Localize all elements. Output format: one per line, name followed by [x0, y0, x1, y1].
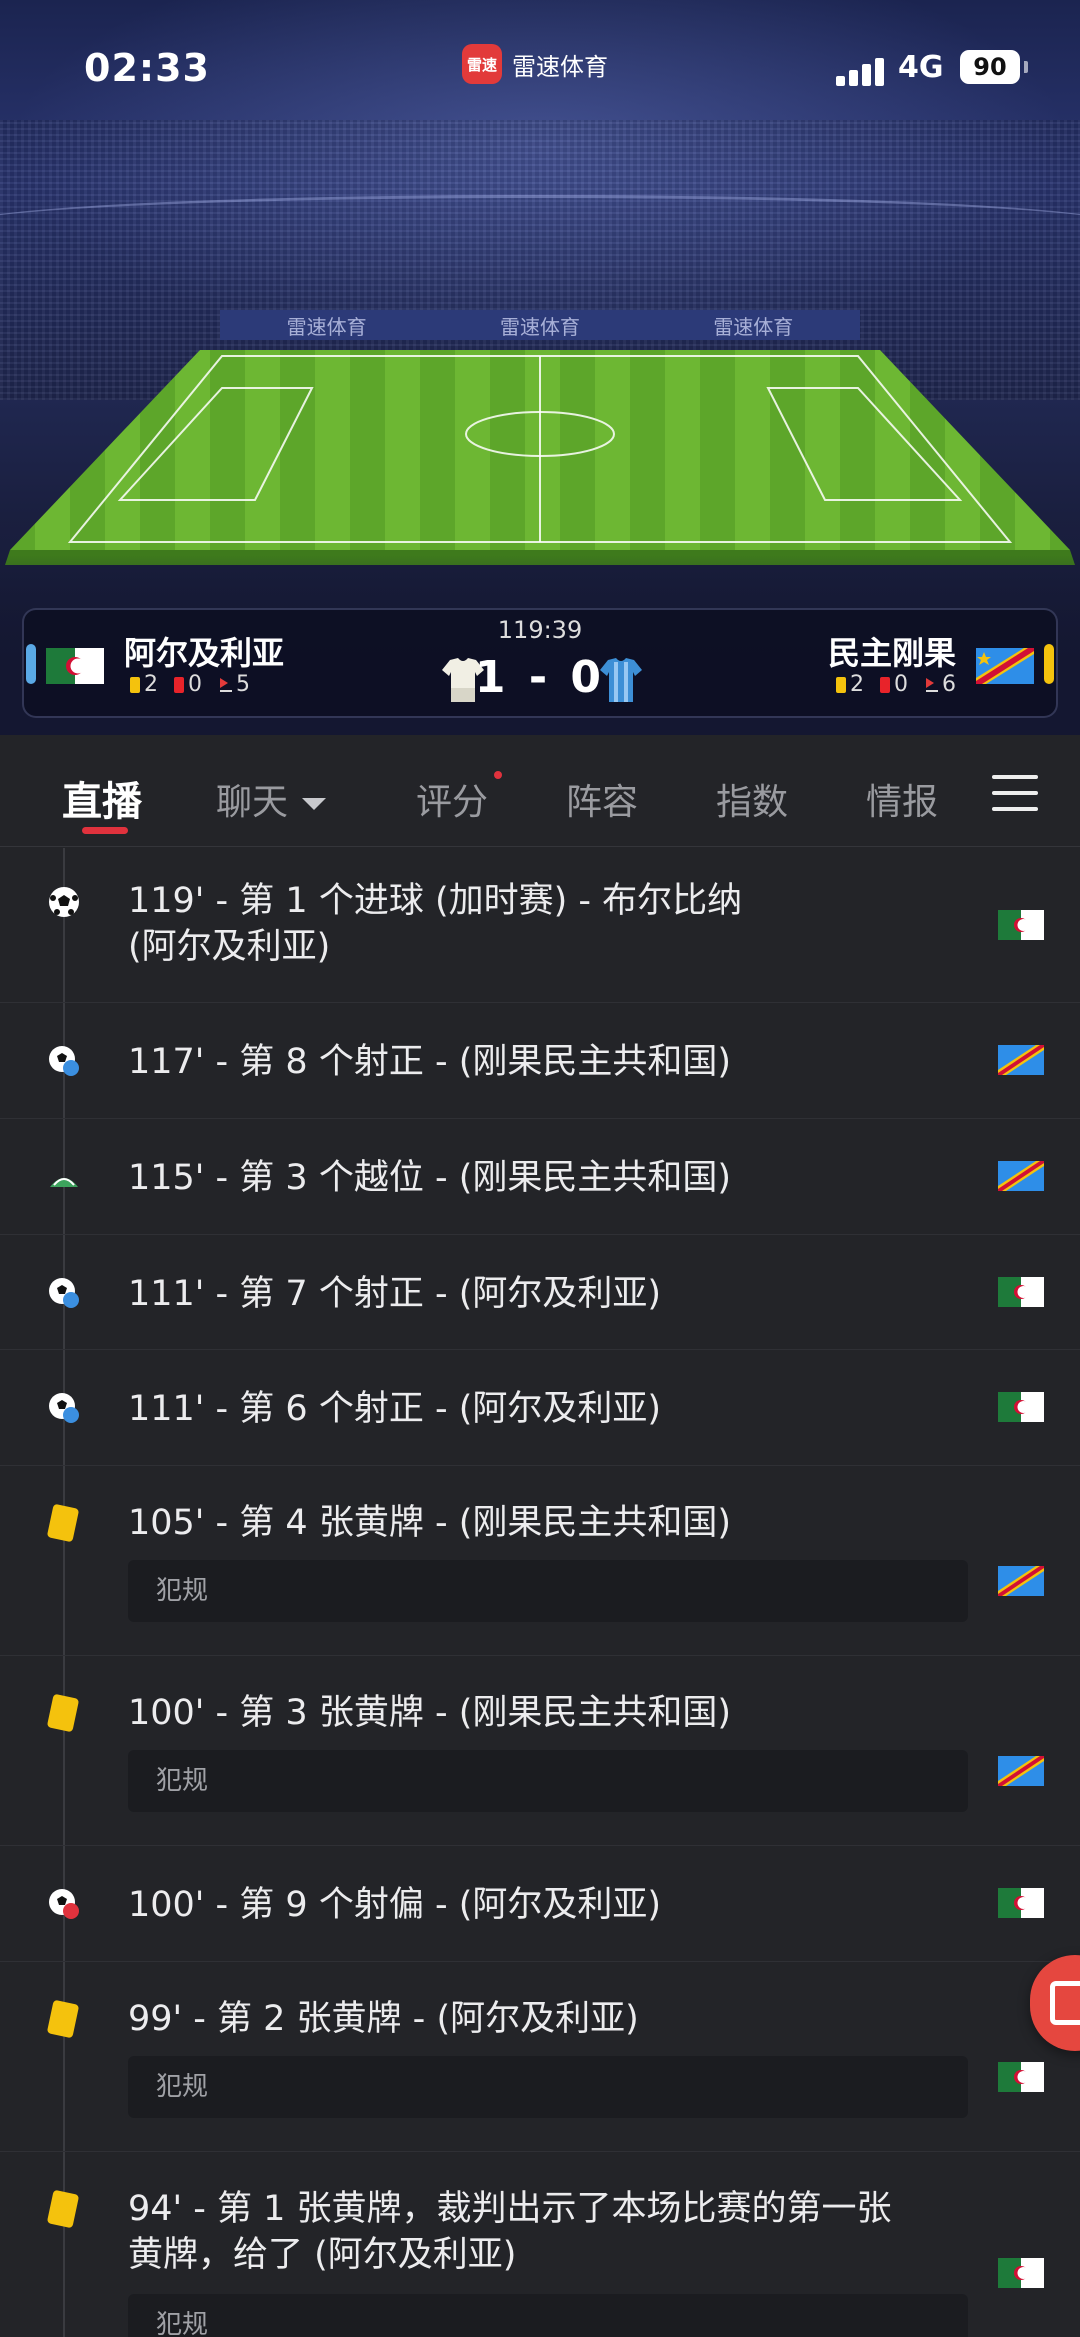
algeria-flag-icon — [998, 2258, 1044, 2288]
app-logo-icon: 雷速 — [462, 44, 502, 84]
notification-dot — [494, 771, 502, 779]
yellow-card-icon — [46, 1503, 80, 1543]
corner-flag-icon — [924, 677, 938, 692]
yellow-card-icon — [836, 676, 846, 693]
tab-odds[interactable]: 指数 — [716, 773, 788, 825]
event-text: 100' - 第 3 张黄牌 - (刚果民主共和国) — [128, 1693, 732, 1733]
event-row: 119' - 第 1 个进球 (加时赛) - 布尔比纳 (阿尔及利亚) — [0, 848, 1080, 1003]
app-name: 雷速体育 — [512, 52, 608, 81]
away-team-stats: 2 0 6 — [836, 672, 956, 697]
ad-text: 雷速体育 — [286, 314, 367, 339]
away-red-count: 0 — [894, 672, 908, 697]
shot-on-target-icon — [49, 1393, 79, 1423]
event-text-line2: 黄牌，给了 (阿尔及利亚) — [128, 2235, 517, 2275]
event-row: 105' - 第 4 张黄牌 - (刚果民主共和国) 犯规 — [0, 1466, 1080, 1656]
algeria-flag-icon — [998, 2062, 1044, 2092]
tab-live[interactable]: 直播 — [62, 769, 142, 827]
event-text: 99' - 第 2 张黄牌 - (阿尔及利亚) — [128, 1999, 639, 2039]
event-text: 94' - 第 1 张黄牌，裁判出示了本场比赛的第一张 — [128, 2189, 892, 2229]
shot-on-target-icon — [49, 1046, 79, 1076]
tab-chat-label: 聊天 — [216, 782, 289, 823]
tab-chat[interactable]: 聊天 — [216, 773, 327, 825]
event-timeline: 119' - 第 1 个进球 (加时赛) - 布尔比纳 (阿尔及利亚) 117'… — [0, 848, 1080, 2337]
yellow-card-icon — [46, 2189, 80, 2229]
offside-icon — [50, 1178, 78, 1187]
away-shirt-icon — [600, 658, 642, 702]
ad-text: 雷速体育 — [499, 314, 580, 339]
away-yellow-count: 2 — [850, 672, 864, 697]
chevron-down-icon — [302, 798, 327, 810]
status-bar: 02:33 雷速 雷速体育 4G 90 — [0, 40, 1080, 100]
clock: 02:33 — [84, 46, 210, 90]
event-row: 111' - 第 6 个射正 - (阿尔及利亚) — [0, 1350, 1080, 1466]
goal-ball-icon — [49, 887, 79, 917]
event-row: 94' - 第 1 张黄牌，裁判出示了本场比赛的第一张 黄牌，给了 (阿尔及利亚… — [0, 2152, 1080, 2337]
battery-icon: 90 — [960, 50, 1020, 84]
event-text: 105' - 第 4 张黄牌 - (刚果民主共和国) — [128, 1503, 732, 1543]
tab-rating[interactable]: 评分 — [416, 773, 488, 825]
algeria-flag-icon — [998, 1392, 1044, 1422]
away-corner-count: 6 — [942, 672, 956, 697]
shot-on-target-icon — [49, 1278, 79, 1308]
network-type: 4G — [898, 50, 944, 85]
algeria-flag-icon — [998, 1277, 1044, 1307]
event-row: 100' - 第 3 张黄牌 - (刚果民主共和国) 犯规 — [0, 1656, 1080, 1846]
yellow-card-icon — [46, 1693, 80, 1733]
shot-off-target-icon — [49, 1889, 79, 1919]
away-team-name: 民主刚果 — [827, 634, 956, 672]
ad-text: 雷速体育 — [713, 314, 794, 339]
app-badge: 雷速 雷速体育 — [462, 44, 608, 84]
ad-board: 雷速体育 雷速体育 雷速体育 — [220, 310, 860, 340]
event-text-line2: (阿尔及利亚) — [128, 927, 331, 967]
tab-lineup[interactable]: 阵容 — [566, 773, 638, 825]
event-text: 111' - 第 7 个射正 - (阿尔及利亚) — [128, 1274, 662, 1314]
event-detail: 犯规 — [128, 2056, 968, 2118]
event-text: 100' - 第 9 个射偏 - (阿尔及利亚) — [128, 1885, 662, 1925]
event-text: 111' - 第 6 个射正 - (阿尔及利亚) — [128, 1389, 662, 1429]
event-row: 99' - 第 2 张黄牌 - (阿尔及利亚) 犯规 — [0, 1962, 1080, 2152]
dr-congo-flag-icon — [998, 1045, 1044, 1075]
away-accent — [1044, 644, 1054, 684]
dr-congo-flag-icon — [998, 1161, 1044, 1191]
event-text: 115' - 第 3 个越位 - (刚果民主共和国) — [128, 1158, 732, 1198]
event-detail: 犯规 — [128, 1750, 968, 1812]
football-pitch — [5, 350, 1075, 565]
signal-icon — [836, 54, 886, 86]
event-text: 119' - 第 1 个进球 (加时赛) - 布尔比纳 — [128, 881, 743, 921]
active-tab-indicator — [82, 827, 128, 834]
algeria-flag-icon — [998, 1888, 1044, 1918]
dr-congo-flag-icon — [998, 1566, 1044, 1596]
dr-congo-flag-icon — [976, 648, 1034, 684]
event-row: 117' - 第 8 个射正 - (刚果民主共和国) — [0, 1003, 1080, 1119]
red-card-icon — [880, 676, 890, 693]
event-row: 111' - 第 7 个射正 - (阿尔及利亚) — [0, 1235, 1080, 1350]
dr-congo-flag-icon — [998, 1756, 1044, 1786]
event-detail: 犯规 — [128, 1560, 968, 1622]
event-text: 117' - 第 8 个射正 - (刚果民主共和国) — [128, 1042, 732, 1082]
event-row: 115' - 第 3 个越位 - (刚果民主共和国) — [0, 1119, 1080, 1235]
yellow-card-icon — [46, 1999, 80, 2039]
tab-bar: 直播 聊天 评分 阵容 指数 情报 — [0, 735, 1080, 847]
menu-icon[interactable] — [992, 775, 1038, 811]
scoreboard: 阿尔及利亚 2 0 5 119:39 1 - 0 民主刚果 2 0 6 — [22, 608, 1058, 718]
algeria-flag-icon — [998, 910, 1044, 940]
event-detail: 犯规 — [128, 2294, 968, 2337]
event-row: 100' - 第 9 个射偏 - (阿尔及利亚) — [0, 1846, 1080, 1962]
tab-intel[interactable]: 情报 — [866, 773, 938, 825]
